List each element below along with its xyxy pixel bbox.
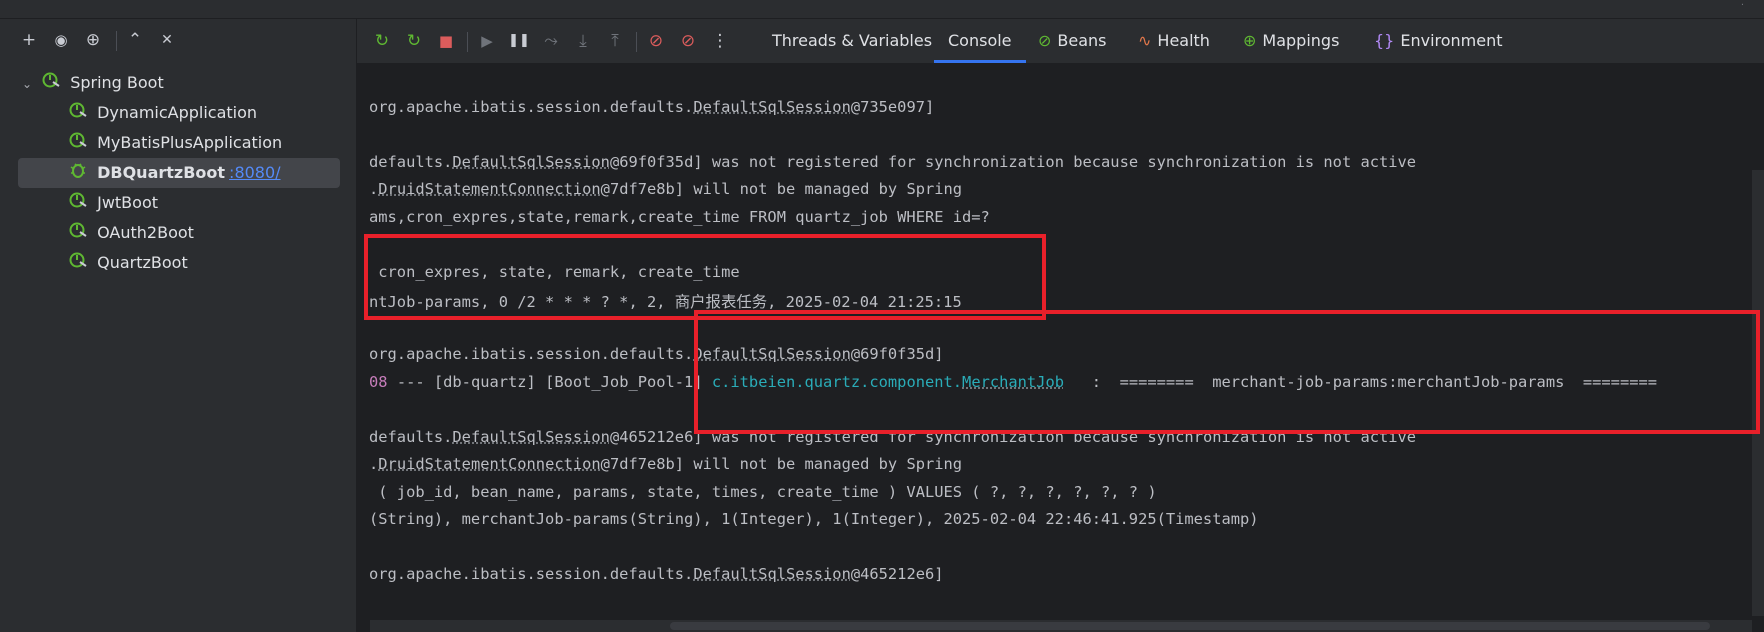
tree-item-jwtboot[interactable]: JwtBoot [68, 188, 158, 218]
spring-boot-icon [68, 249, 88, 279]
tree-item-label: QuartzBoot [97, 253, 188, 272]
spring-boot-icon [68, 129, 88, 159]
services-panel: + ◉ ⊕ ⌃ ✕ ⌄ Spring Boot DynamicApplicati… [0, 19, 357, 632]
pause-icon[interactable]: ❚❚ [507, 30, 531, 52]
console-line: .DruidStatementConnection@7df7e8b] will … [369, 180, 963, 198]
toolbar-divider [467, 32, 468, 52]
tab-environment[interactable]: {} Environment [1374, 19, 1503, 63]
tree-item-dbquartzboot[interactable]: DBQuartzBoot:8080/ [18, 158, 340, 188]
collapse-all-icon[interactable]: ✕ [156, 29, 178, 51]
spring-boot-icon [41, 69, 61, 99]
resume-icon[interactable]: ▶ [475, 30, 499, 52]
toolbar-divider [636, 32, 637, 52]
beans-icon: ⊘ [1038, 31, 1052, 50]
console-line: org.apache.ibatis.session.defaults.Defau… [369, 565, 944, 583]
console-line: ams,cron_expres,state,remark,create_time… [369, 208, 990, 226]
tab-label: Beans [1057, 31, 1107, 50]
highlight-box-job-log [694, 310, 1760, 434]
class-link[interactable]: DefaultSqlSession [452, 153, 610, 171]
spring-boot-icon [68, 99, 88, 129]
tree-item-label: JwtBoot [97, 193, 158, 212]
class-link[interactable]: DruidStatementConnection [378, 455, 600, 473]
tree-item-label: DBQuartzBoot [97, 163, 226, 182]
spring-boot-icon [68, 189, 88, 219]
tab-label: Environment [1400, 31, 1503, 50]
scrollbar-thumb[interactable] [670, 622, 1710, 630]
class-link[interactable]: DefaultSqlSession [693, 98, 851, 116]
highlight-box-query-result [364, 234, 1046, 320]
tree-root-spring-boot[interactable]: ⌄ Spring Boot [22, 68, 164, 98]
tab-label: Mappings [1262, 31, 1340, 50]
tree-item-mybatisplus-application[interactable]: MyBatisPlusApplication [68, 128, 282, 158]
stop-icon[interactable]: ■ [434, 30, 458, 52]
tab-health[interactable]: ∿ Health [1138, 19, 1210, 63]
mappings-icon: ⊕ [1243, 31, 1257, 50]
tab-beans[interactable]: ⊘ Beans [1038, 19, 1107, 63]
console-line: org.apache.ibatis.session.defaults.Defau… [369, 98, 935, 116]
horizontal-scrollbar[interactable] [370, 620, 1752, 632]
step-into-icon[interactable]: ⤓ [571, 30, 595, 52]
debug-toolbar: ↻ ↻ ■ ▶ ❚❚ ⤳ ⤓ ⤒ ⊘ ⊘ ⋮ Threads & Variabl… [357, 19, 1764, 64]
console-line: ( job_id, bean_name, params, state, time… [369, 483, 1157, 501]
tree-item-dynamic-application[interactable]: DynamicApplication [68, 98, 257, 128]
more-options-icon[interactable]: ⋮ [708, 30, 732, 52]
mute-breakpoints-icon[interactable]: ⊘ [676, 30, 700, 52]
tab-mappings[interactable]: ⊕ Mappings [1243, 19, 1339, 63]
port-link[interactable]: :8080/ [229, 163, 281, 182]
class-link[interactable]: DefaultSqlSession [452, 428, 610, 446]
tab-threads-variables[interactable]: Threads & Variables [772, 19, 932, 63]
tree-item-quartzboot[interactable]: QuartzBoot [68, 248, 188, 278]
environment-icon: {} [1374, 31, 1395, 50]
tree-item-oauth2boot[interactable]: OAuth2Boot [68, 218, 194, 248]
tab-label: Console [948, 31, 1012, 50]
tree-item-label: MyBatisPlusApplication [97, 133, 283, 152]
console-line: defaults.DefaultSqlSession@69f0f35d] was… [369, 153, 1417, 171]
chevron-down-icon[interactable]: ⌄ [22, 69, 36, 99]
window-top-strip: · [0, 0, 1764, 19]
console-line: (String), merchantJob-params(String), 1(… [369, 510, 1259, 528]
restart-icon[interactable]: ↻ [402, 30, 426, 52]
step-out-icon[interactable]: ⤒ [603, 30, 627, 52]
class-link[interactable]: DefaultSqlSession [693, 565, 851, 583]
health-icon: ∿ [1138, 31, 1152, 50]
console-line: .DruidStatementConnection@7df7e8b] will … [369, 455, 963, 473]
tab-console[interactable]: Console [934, 19, 1025, 63]
expand-all-icon[interactable]: ⌃ [124, 29, 146, 51]
debug-bug-icon [68, 159, 88, 189]
tree-root-label: Spring Boot [70, 73, 164, 92]
view-breakpoints-icon[interactable]: ⊘ [644, 30, 668, 52]
class-link[interactable]: DruidStatementConnection [378, 180, 600, 198]
add-icon[interactable]: + [18, 29, 40, 51]
spring-boot-icon [68, 219, 88, 249]
toolbar-divider [116, 31, 117, 51]
tab-label: Threads & Variables [772, 31, 933, 50]
tree-item-label: DynamicApplication [97, 103, 258, 122]
tab-label: Health [1157, 31, 1210, 50]
eye-icon[interactable]: ◉ [50, 29, 72, 51]
rerun-icon[interactable]: ↻ [370, 30, 394, 52]
window-corner-mark: · [1740, 0, 1744, 11]
step-over-icon[interactable]: ⤳ [539, 30, 563, 52]
new-tab-icon[interactable]: ⊕ [82, 29, 104, 51]
tree-item-label: OAuth2Boot [97, 223, 194, 242]
